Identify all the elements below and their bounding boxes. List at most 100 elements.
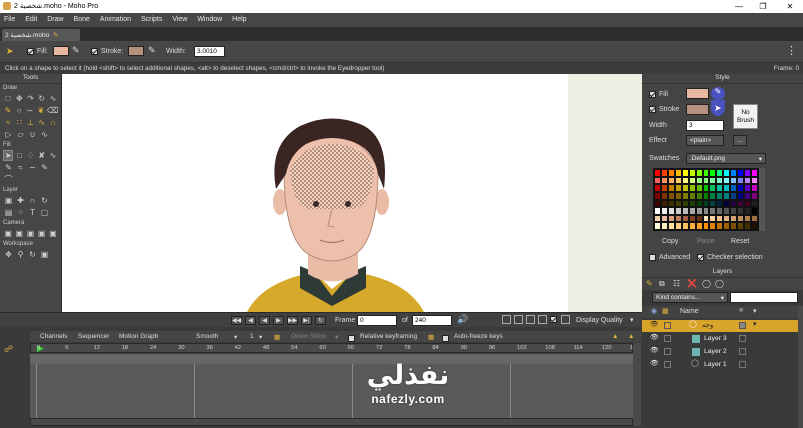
stroke-color-swatch[interactable] — [128, 46, 144, 56]
palette-swatch[interactable] — [716, 199, 724, 208]
noise-tool-icon[interactable]: ∿ — [39, 129, 50, 140]
timeline-link-icon[interactable]: ☍ — [4, 344, 13, 355]
eye-icon[interactable]: 👁 — [650, 346, 659, 354]
view-mode-4-icon[interactable] — [538, 315, 547, 324]
tab-sequencer[interactable]: Sequencer — [78, 333, 109, 340]
switch-layer-tool-icon[interactable]: ▤ — [3, 207, 14, 218]
palette-swatch[interactable] — [695, 169, 703, 177]
step-forward-icon[interactable]: ▶▶ — [287, 316, 298, 325]
paint-bucket-tool-icon[interactable]: ♢ — [26, 150, 36, 161]
eye-icon[interactable]: 👁 — [650, 320, 659, 328]
stroke-checkbox[interactable] — [91, 48, 98, 55]
palette-swatch[interactable] — [744, 207, 752, 215]
bend-tool-icon[interactable]: ∪ — [27, 129, 38, 140]
palette-swatch[interactable] — [667, 169, 675, 177]
add-point-tool-icon[interactable]: ✎ — [3, 105, 13, 116]
palette-swatch[interactable] — [667, 207, 675, 215]
palette-swatch[interactable] — [730, 214, 738, 223]
layer-color-tag[interactable] — [739, 348, 746, 355]
orbit-camera-tool-icon[interactable]: ▣ — [48, 228, 58, 239]
palette-swatch[interactable] — [723, 191, 731, 200]
palette-swatch[interactable] — [709, 184, 717, 192]
palette-swatch[interactable] — [695, 184, 703, 192]
menu-animation[interactable]: Animation — [96, 13, 135, 23]
palette-swatch[interactable] — [674, 191, 682, 200]
palette-swatch[interactable] — [730, 222, 738, 230]
palette-swatch[interactable] — [702, 169, 710, 177]
palette-swatch[interactable] — [674, 184, 682, 192]
palette-swatch[interactable] — [737, 184, 745, 192]
quality-checkbox[interactable] — [550, 316, 557, 323]
width-input[interactable]: 3.0010 — [194, 46, 225, 57]
palette-swatch[interactable] — [751, 199, 758, 208]
layer-trajectory-tool-icon[interactable]: ▢ — [39, 207, 50, 218]
palette-swatch[interactable] — [716, 222, 724, 230]
curvature-tool-icon[interactable]: ∿ — [48, 93, 58, 104]
timeline-tracks[interactable] — [30, 354, 670, 418]
palette-swatch[interactable] — [688, 176, 696, 185]
palette-swatch[interactable] — [681, 169, 689, 177]
palette-swatch[interactable] — [681, 184, 689, 192]
palette-swatch[interactable] — [667, 176, 675, 185]
roll-camera-tool-icon[interactable]: ▣ — [25, 228, 35, 239]
palette-swatch[interactable] — [654, 184, 661, 192]
palette-swatch[interactable] — [730, 184, 738, 192]
blob-brush-tool-icon[interactable]: ❦ — [36, 105, 46, 116]
palette-swatch[interactable] — [667, 214, 675, 223]
transform-layer-tool-icon[interactable]: ▣ — [3, 195, 14, 206]
palette-swatch[interactable] — [695, 214, 703, 223]
zoom-workspace-tool-icon[interactable]: ⚲ — [15, 249, 26, 260]
palette-swatch[interactable] — [730, 191, 738, 200]
interval-dropdown[interactable]: 1 — [250, 333, 254, 340]
palette-swatch[interactable] — [695, 222, 703, 230]
menu-edit[interactable]: Edit — [21, 13, 41, 23]
chevron-down-icon[interactable]: ▾ — [259, 333, 262, 341]
palette-swatch[interactable] — [730, 199, 738, 208]
palette-swatch[interactable] — [681, 207, 689, 215]
palette-swatch[interactable] — [723, 222, 731, 230]
fill-color-swatch[interactable] — [53, 46, 69, 56]
palette-swatch[interactable] — [730, 169, 738, 177]
palette-swatch[interactable] — [751, 169, 758, 177]
hide-edge-tool-icon[interactable]: ✎ — [3, 162, 14, 173]
layer-option-icon[interactable]: ◯ — [715, 279, 724, 288]
palette-swatch[interactable] — [751, 176, 758, 185]
point-reduction-tool-icon[interactable]: ≈ — [3, 117, 13, 128]
palette-swatch[interactable] — [654, 222, 661, 230]
layer-color-tag[interactable] — [739, 335, 746, 342]
document-tab[interactable]: شخصية 2.moho ✎ — [2, 29, 80, 41]
palette-swatch[interactable] — [681, 222, 689, 230]
palette-swatch[interactable] — [723, 184, 731, 192]
menu-window[interactable]: Window — [193, 13, 226, 23]
tab-motion-graph[interactable]: Motion Graph — [119, 333, 158, 340]
palette-swatch[interactable] — [674, 214, 682, 223]
palette-swatch[interactable] — [737, 169, 745, 177]
eye-icon[interactable]: 👁 — [650, 359, 659, 367]
style-fill-swatch[interactable] — [686, 88, 709, 99]
line-width-tool-icon[interactable]: ∿ — [48, 150, 58, 161]
palette-swatch[interactable] — [681, 176, 689, 185]
insert-text-tool-icon[interactable]: T — [27, 207, 38, 218]
menu-draw[interactable]: Draw — [43, 13, 67, 23]
maximize-icon[interactable]: ❐ — [756, 1, 770, 12]
magnet-tool-icon[interactable]: ∩ — [48, 117, 58, 128]
timeline-vertical-scrollbar[interactable] — [633, 343, 641, 426]
shear-tool-icon[interactable]: ▱ — [15, 129, 26, 140]
palette-swatch[interactable] — [751, 191, 758, 200]
swatches-dropdown[interactable]: .Default.png ▾ — [686, 153, 766, 164]
drawing-canvas[interactable] — [62, 74, 568, 312]
menu-file[interactable]: File — [0, 13, 19, 23]
layer-color-tag[interactable] — [739, 322, 746, 329]
palette-swatch[interactable] — [723, 214, 731, 223]
close-icon[interactable]: ✕ — [783, 1, 797, 12]
frame-toggle-icon[interactable] — [561, 315, 570, 324]
view-mode-1-icon[interactable] — [502, 315, 511, 324]
palette-swatch[interactable] — [688, 214, 696, 223]
palette-swatch[interactable] — [681, 199, 689, 208]
palette-swatch[interactable] — [695, 176, 703, 185]
palette-swatch[interactable] — [688, 207, 696, 215]
gradient-tool-icon[interactable]: ⌒ — [3, 174, 14, 185]
palette-swatch[interactable] — [723, 169, 731, 177]
palette-swatch[interactable] — [702, 214, 710, 223]
rewind-icon[interactable]: ◀◀ — [231, 316, 242, 325]
